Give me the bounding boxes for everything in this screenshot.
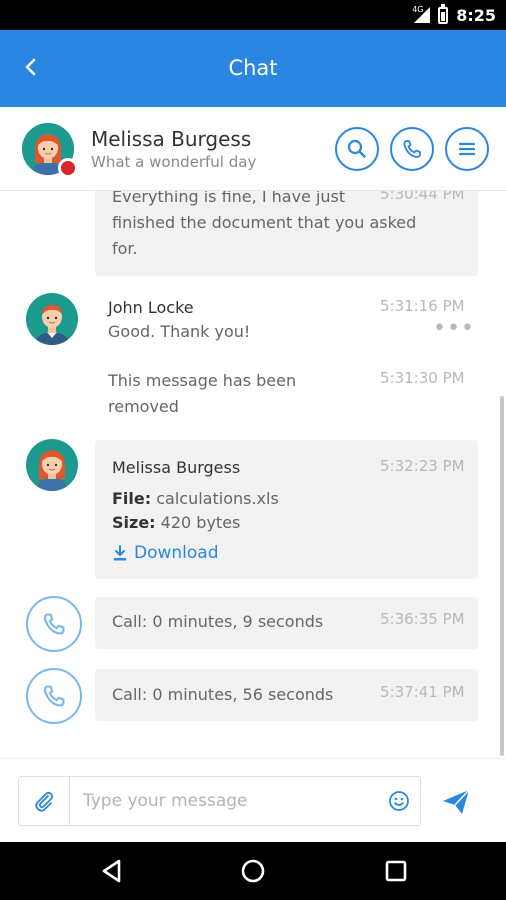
size-label: Size: [112, 513, 156, 532]
more-options-button[interactable]: ••• [433, 316, 475, 341]
call-log-icon [26, 668, 82, 724]
composer-box [18, 776, 421, 826]
menu-icon [458, 142, 476, 156]
message-text: for. [112, 239, 138, 258]
message-text: Good. Thank you! [108, 322, 251, 341]
message-time: 5:36:35 PM [380, 610, 465, 628]
menu-button[interactable] [445, 127, 489, 171]
phone-icon [43, 613, 65, 635]
paperclip-icon [35, 791, 54, 812]
app-bar: Chat [0, 30, 506, 107]
phone-icon [403, 140, 421, 158]
download-link[interactable]: Download [112, 543, 219, 563]
send-icon[interactable] [440, 786, 472, 818]
emoji-icon[interactable] [388, 790, 410, 812]
file-size: 420 bytes [160, 513, 241, 532]
message-composer [0, 758, 506, 842]
phone-icon [43, 685, 65, 707]
system-nav-bar [0, 842, 506, 900]
search-icon [347, 139, 366, 158]
sender-name: Melissa Burgess [112, 458, 241, 477]
message-list[interactable]: Everything is fine, I have just finished… [0, 191, 506, 758]
female-avatar-icon [26, 439, 78, 491]
page-title: Chat [228, 56, 278, 80]
message-text: finished the document that you asked [112, 213, 417, 232]
call-button[interactable] [390, 127, 434, 171]
removed-message-text: This message has been [108, 371, 297, 390]
recents-nav-icon[interactable] [383, 858, 409, 884]
search-button[interactable] [335, 127, 379, 171]
sender-name: John Locke [108, 298, 194, 317]
message-time: 5:37:41 PM [380, 683, 465, 701]
signal-icon: 4G [412, 5, 431, 23]
clock: 8:25 [456, 5, 496, 25]
removed-message-text: removed [108, 397, 179, 416]
contact-header: Melissa Burgess What a wonderful day [0, 107, 506, 191]
message-time: 5:32:23 PM [380, 457, 465, 475]
file-name-line: File: calculations.xls [112, 489, 279, 508]
download-label: Download [134, 543, 219, 563]
file-size-line: Size: 420 bytes [112, 513, 240, 532]
attach-button[interactable] [19, 777, 70, 825]
message-time: 5:31:16 PM [380, 297, 465, 315]
contact-status: What a wonderful day [91, 153, 257, 171]
file-name: calculations.xls [156, 489, 279, 508]
home-nav-icon[interactable] [240, 858, 266, 884]
message-time: 5:30:44 PM [380, 191, 465, 203]
network-type: 4G [412, 5, 424, 14]
avatar[interactable] [26, 439, 78, 491]
battery-icon [438, 3, 449, 24]
file-label: File: [112, 489, 152, 508]
avatar[interactable] [26, 293, 78, 345]
call-text: Call: 0 minutes, 9 seconds [112, 612, 324, 631]
download-icon [114, 545, 126, 561]
call-text: Call: 0 minutes, 56 seconds [112, 685, 334, 704]
scrollbar[interactable] [500, 396, 504, 756]
status-indicator [58, 158, 78, 178]
contact-name: Melissa Burgess [91, 127, 252, 151]
status-bar: 4G 8:25 [0, 0, 506, 30]
message-time: 5:31:30 PM [380, 369, 465, 387]
message-text: Everything is fine, I have just [112, 191, 346, 206]
message-input[interactable] [83, 786, 373, 816]
back-nav-icon[interactable] [99, 858, 125, 884]
male-avatar-icon [26, 293, 78, 345]
contact-avatar[interactable] [22, 123, 78, 178]
call-log-icon [26, 596, 82, 652]
